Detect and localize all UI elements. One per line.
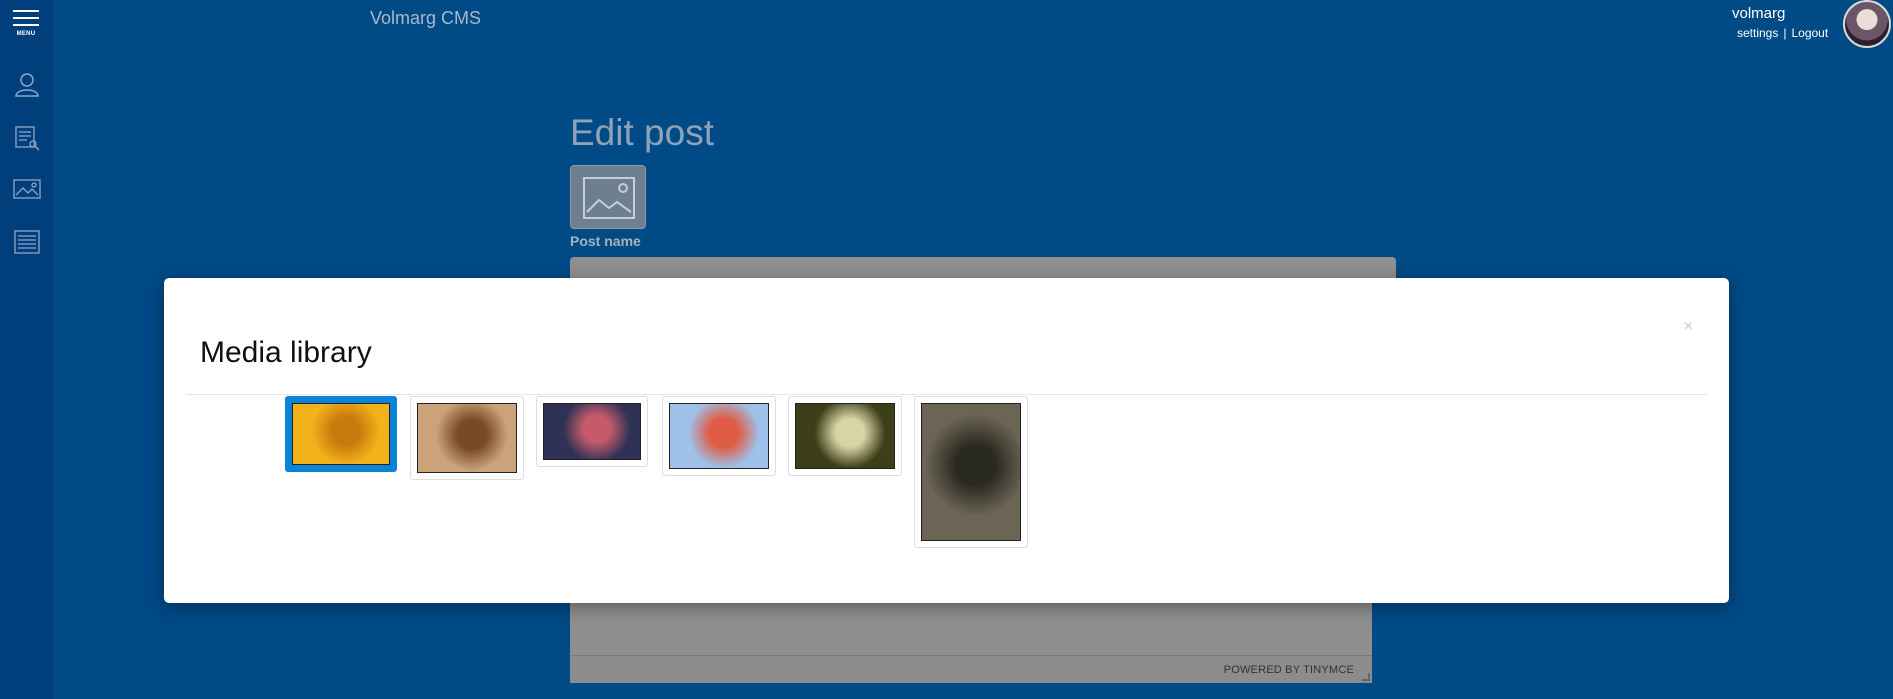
media-library-modal: Media library × bbox=[164, 278, 1729, 603]
media-thumbnail bbox=[795, 403, 895, 469]
image-placeholder-icon bbox=[583, 177, 635, 219]
settings-link[interactable]: settings bbox=[1737, 26, 1778, 40]
media-item-pink-blossoms-sky[interactable] bbox=[662, 396, 776, 476]
hamburger-icon bbox=[13, 10, 39, 12]
pages-icon[interactable] bbox=[13, 228, 41, 256]
user-icon[interactable] bbox=[13, 70, 41, 98]
post-name-label: Post name bbox=[570, 233, 641, 249]
post-thumbnail-button[interactable] bbox=[570, 165, 646, 229]
logout-link[interactable]: Logout bbox=[1791, 26, 1828, 40]
media-thumbnail bbox=[292, 403, 390, 465]
brand-title[interactable]: Volmarg CMS bbox=[370, 8, 481, 29]
menu-label: MENU bbox=[16, 31, 36, 37]
avatar[interactable] bbox=[1843, 0, 1891, 48]
media-thumbnail bbox=[669, 403, 769, 469]
close-icon[interactable]: × bbox=[1684, 318, 1693, 336]
editor-powered-by: POWERED BY TINYMCE bbox=[1223, 664, 1354, 676]
page-title: Edit post bbox=[570, 112, 714, 153]
link-separator: | bbox=[1783, 26, 1787, 40]
modal-title: Media library bbox=[200, 336, 372, 369]
post-content-editor[interactable] bbox=[570, 600, 1372, 655]
user-name: volmarg bbox=[1732, 5, 1786, 22]
media-item-insect-brown[interactable] bbox=[410, 396, 524, 480]
resize-handle-icon[interactable] bbox=[1362, 673, 1370, 681]
media-item-fly-portrait[interactable] bbox=[914, 396, 1028, 548]
media-item-white-flowers-green[interactable] bbox=[788, 396, 902, 476]
posts-icon[interactable] bbox=[13, 124, 41, 152]
media-item-red-flowers-dark[interactable] bbox=[536, 396, 648, 467]
editor-statusbar: POWERED BY TINYMCE bbox=[570, 655, 1372, 683]
media-thumbnail bbox=[921, 403, 1021, 541]
user-links: settings | Logout bbox=[1737, 26, 1828, 40]
media-icon[interactable] bbox=[13, 175, 41, 203]
sidebar: MENU bbox=[0, 0, 53, 699]
media-thumbnail bbox=[417, 403, 517, 473]
menu-button[interactable]: MENU bbox=[11, 10, 41, 42]
media-item-bee-yellow-flower[interactable] bbox=[285, 396, 397, 472]
modal-divider bbox=[186, 394, 1707, 395]
media-thumbnail bbox=[543, 403, 641, 460]
